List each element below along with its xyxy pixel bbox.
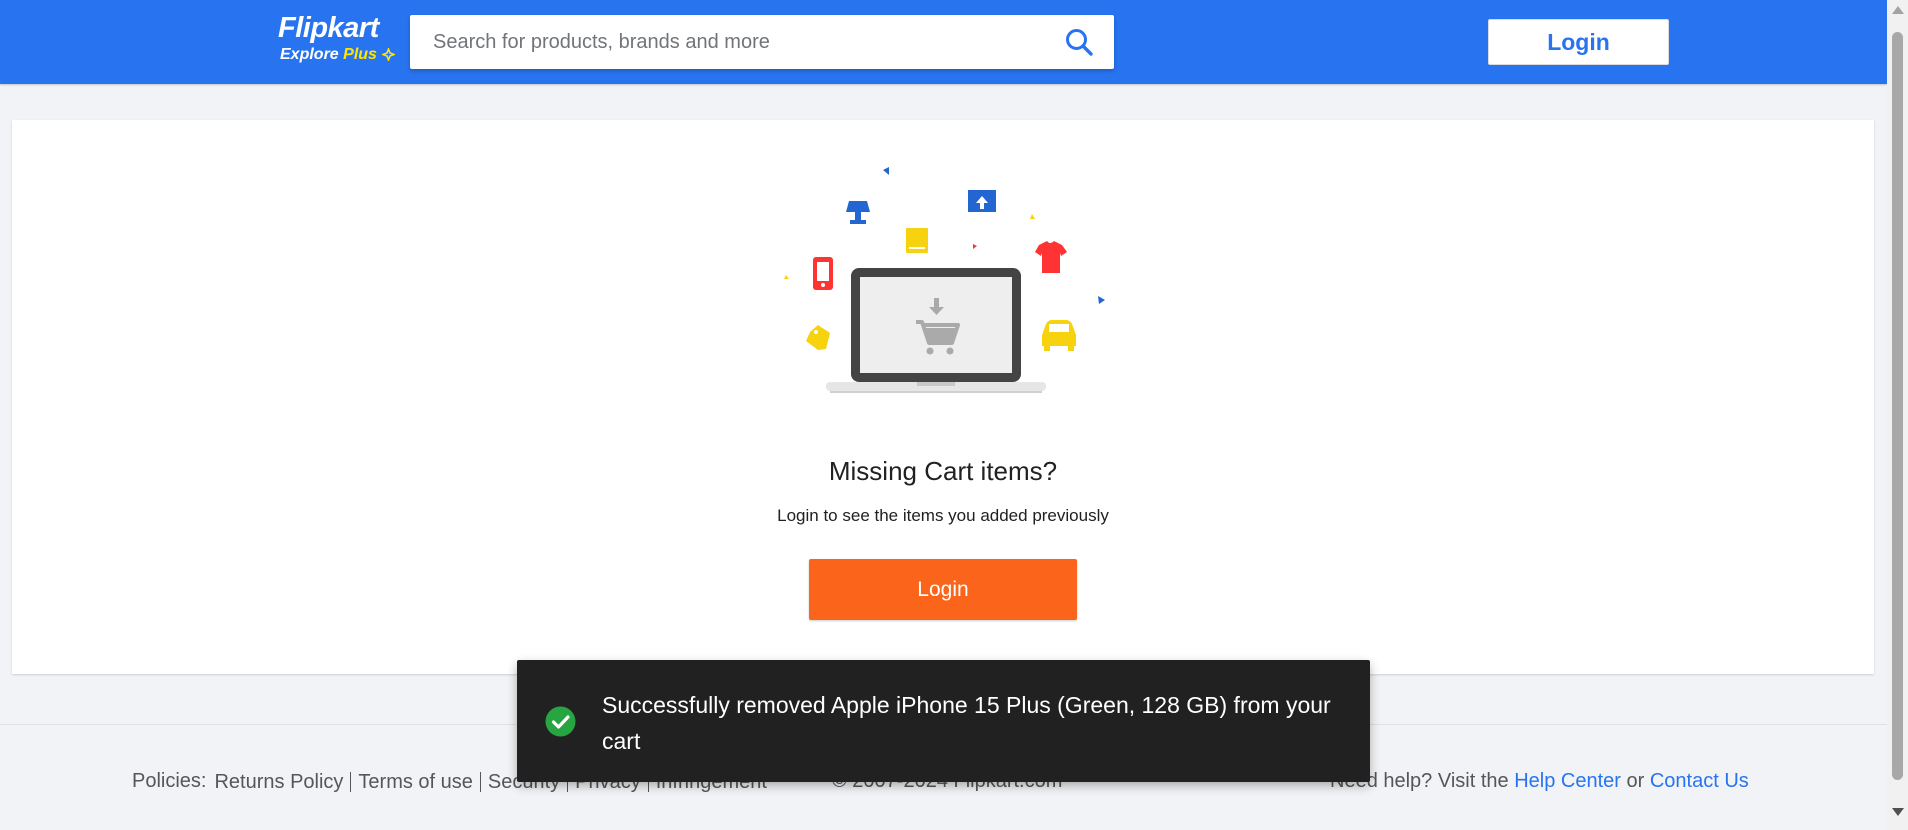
lamp-icon (846, 201, 870, 224)
policies-label: Policies: (132, 770, 207, 792)
scroll-thumb[interactable] (1892, 32, 1903, 780)
returns-policy-link[interactable]: Returns Policy (214, 772, 350, 792)
top-header: Flipkart Explore Plus Login (0, 0, 1887, 84)
search-bar (410, 15, 1114, 69)
search-input[interactable] (410, 15, 1050, 69)
check-circle-icon (545, 706, 576, 737)
help-center-link[interactable]: Help Center (1514, 770, 1621, 792)
logo-wordmark: Flipkart (278, 12, 379, 44)
book-icon (906, 228, 928, 253)
help-or: or (1626, 770, 1645, 792)
toast-message: Successfully removed Apple iPhone 15 Plu… (602, 692, 1331, 754)
logo-explore: Explore (280, 46, 339, 63)
vertical-scrollbar[interactable] (1887, 0, 1908, 830)
logo-tagline: Explore Plus (280, 46, 396, 64)
scroll-up-arrow-icon[interactable] (1892, 6, 1904, 14)
flipkart-logo[interactable]: Flipkart Explore Plus (278, 12, 398, 72)
phone-icon (813, 257, 833, 290)
cart-login-button[interactable]: Login (809, 559, 1077, 620)
contact-us-link[interactable]: Contact Us (1650, 770, 1749, 792)
shirt-icon (1035, 241, 1067, 273)
terms-of-use-link[interactable]: Terms of use (350, 771, 479, 792)
missing-cart-title: Missing Cart items? (828, 456, 1058, 486)
empty-cart-illustration (784, 167, 1105, 393)
success-toast: Successfully removed Apple iPhone 15 Plu… (517, 660, 1370, 782)
logo-plus: Plus (343, 46, 377, 63)
footer-help: Need help? Visit the Help Center or Cont… (1330, 770, 1749, 793)
monitor-icon (968, 190, 996, 212)
tag-icon (806, 325, 830, 350)
search-icon[interactable] (1064, 27, 1094, 57)
header-login-button[interactable]: Login (1488, 19, 1669, 65)
scroll-down-arrow-icon[interactable] (1892, 808, 1904, 816)
car-icon (1042, 320, 1076, 351)
plus-star-icon (382, 48, 396, 62)
missing-cart-subtitle: Login to see the items you added previou… (777, 506, 1109, 525)
